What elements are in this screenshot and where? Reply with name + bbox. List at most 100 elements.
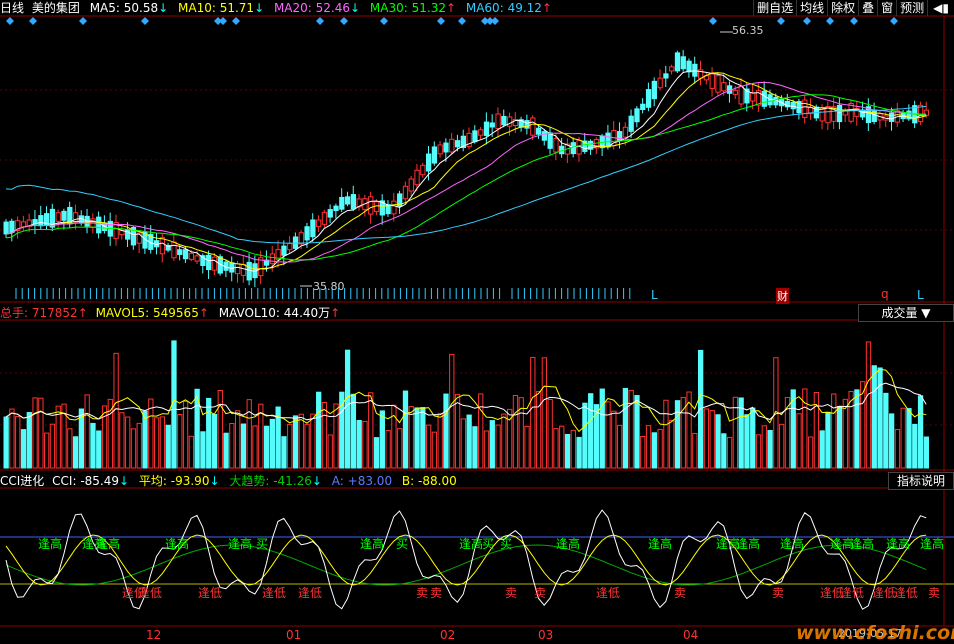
finance-mark[interactable]: 财: [776, 288, 789, 304]
candle-body: [171, 241, 177, 259]
avg-label: 平均:: [138, 474, 167, 488]
cci-signal-low: 逢低: [840, 586, 864, 600]
candle-body: [663, 73, 669, 79]
candle-body: [802, 99, 808, 118]
cci-signal-low: 卖: [772, 586, 784, 600]
volume-bar: [235, 410, 241, 469]
volume-header: 总手: 717852↑ MAVOL5: 549565↑ MAVOL10: 44.…: [0, 305, 346, 321]
mavol5-readout: MAVOL5: 549565↑: [96, 306, 209, 320]
volume-bar: [651, 432, 657, 469]
volume-bar: [871, 365, 877, 469]
month-label-03: 03: [538, 628, 554, 642]
candle-body: [622, 126, 629, 138]
volume-bar: [547, 398, 553, 469]
cci-readout: CCI: -85.49↓: [52, 474, 129, 488]
stock-chart[interactable]: 逢高 逢高逢高 逢高 逢高买逢高买逢高买买逢高 逢高 逢高逢高 逢高 逢高逢高 逢高 逢高逢低逢低…: [0, 0, 954, 644]
trend-label: 大趋势:: [229, 474, 270, 488]
volume-bar: [530, 356, 536, 469]
signal-diamond: [709, 17, 717, 25]
candle-body: [483, 121, 490, 136]
candle-body: [530, 117, 536, 136]
candle-body: [454, 140, 461, 148]
watermark: www.cfoshi.com: [796, 622, 954, 644]
candle-body: [327, 209, 333, 218]
candle-body: [761, 90, 767, 107]
candle-body: [96, 216, 102, 234]
candle-body: [640, 103, 646, 111]
candle-body: [732, 89, 739, 95]
candle-body: [350, 194, 357, 210]
cci-signal-low: 卖: [430, 586, 442, 600]
volume-bar: [576, 436, 582, 469]
candle-body: [750, 92, 756, 102]
cci-signal-low: 逢低: [138, 586, 162, 600]
mavol5-label: MAVOL5:: [95, 306, 150, 320]
a-label: A:: [331, 474, 344, 488]
cci-signal-high: 买: [482, 537, 494, 551]
candle-body: [501, 115, 507, 126]
signal-diamond: [890, 17, 898, 25]
volume-bar: [460, 418, 466, 469]
candle-body: [159, 237, 166, 255]
month-label-04: 04: [683, 628, 699, 642]
a-value: +83.00: [347, 474, 393, 488]
candle-body: [344, 196, 351, 205]
mark-l-1: L: [651, 288, 658, 302]
volume-bar: [622, 387, 629, 469]
volume-indicator-dropdown[interactable]: 成交量 ▼: [858, 304, 954, 322]
volume-bar: [674, 400, 681, 469]
candle-body: [298, 232, 304, 245]
volume-bar: [489, 420, 495, 469]
month-label-01: 01: [286, 628, 302, 642]
candle-body: [478, 129, 484, 136]
volume-bar: [49, 423, 56, 469]
candle-body: [553, 138, 559, 153]
cci-signal-high: 逢高: [228, 536, 252, 551]
signal-diamond: [380, 17, 388, 25]
volume-bar: [709, 410, 715, 469]
month-label-02: 02: [440, 628, 456, 642]
total-volume: 总手: 717852↑: [0, 306, 88, 320]
volume-bar: [906, 408, 912, 469]
candle-body: [61, 210, 67, 221]
volume-bar: [553, 428, 559, 469]
cci-signal-high: 逢高: [360, 536, 384, 551]
volume-bar: [663, 399, 669, 469]
cci-signal-high: 买: [396, 537, 408, 551]
volume-bar: [316, 391, 322, 469]
volume-bar: [90, 422, 96, 469]
mavol10-value: 44.40万: [283, 306, 331, 320]
b-value: -88.00: [418, 474, 457, 488]
mavol10-label: MAVOL10:: [218, 306, 280, 320]
volume-bar: [356, 419, 362, 469]
volume-bar: [125, 416, 131, 469]
volume-bar: [657, 428, 663, 469]
candle-body: [391, 200, 397, 215]
candle-body: [72, 212, 79, 223]
indicator-help-button[interactable]: 指标说明: [888, 472, 954, 490]
signal-diamond: [232, 17, 240, 25]
month-label-12: 12: [146, 628, 162, 642]
volume-bar: [813, 392, 820, 469]
avg-arrow: ↓: [209, 474, 220, 488]
candle-body: [206, 254, 212, 271]
cci-signal-high: 逢高: [38, 536, 62, 551]
cci-signal-high: 逢高: [850, 536, 874, 551]
volume-bar: [883, 392, 889, 469]
cci-signal-low: 逢低: [596, 586, 620, 600]
volume-bar: [3, 416, 9, 469]
signal-diamond: [826, 17, 834, 25]
volume-bar: [327, 434, 333, 469]
q-mark[interactable]: q: [881, 287, 889, 301]
volume-bar: [836, 406, 843, 469]
volume-bar: [182, 400, 189, 469]
volume-bar: [819, 430, 825, 469]
volume-bar: [854, 389, 860, 469]
volume-bar: [570, 429, 576, 469]
signal-diamond: [316, 17, 324, 25]
volume-bar: [385, 430, 391, 469]
volume-bar: [414, 407, 420, 469]
cci-signal-high: 逢高: [96, 536, 120, 551]
candle-body: [9, 220, 15, 233]
candle-body: [240, 263, 247, 276]
